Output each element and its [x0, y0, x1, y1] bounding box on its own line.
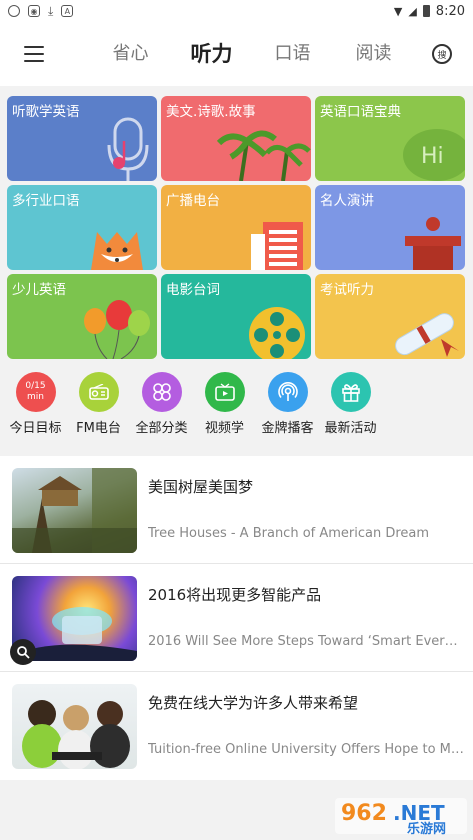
signal-icon: ◢	[408, 4, 417, 18]
fox-icon	[91, 232, 143, 270]
tile-movies[interactable]: 电影台词	[161, 274, 311, 359]
tile-label: 电影台词	[166, 282, 220, 298]
tile-label: 名人演讲	[320, 193, 374, 209]
quick-today-goal[interactable]: 0/15 min 今日目标	[4, 372, 67, 444]
tile-label: 考试听力	[320, 282, 374, 298]
tile-radio[interactable]: 广播电台	[161, 185, 311, 270]
quick-latest-events[interactable]: 最新活动	[319, 372, 382, 444]
svg-text:962: 962	[341, 801, 387, 826]
tile-label: 广播电台	[166, 193, 220, 209]
article-title: 免费在线大学为许多人带来希望	[148, 694, 359, 712]
tile-exam[interactable]: 考试听力	[315, 274, 465, 359]
tv-icon	[204, 372, 245, 412]
list-item[interactable]: 2016将出现更多智能产品 2016 Will See More Steps T…	[0, 564, 473, 672]
article-subtitle: 2016 Will See More Steps Toward ‘Smart E…	[148, 634, 464, 649]
tile-label: 美文.诗歌.故事	[166, 104, 256, 120]
list-item[interactable]: 美国树屋美国梦 Tree Houses - A Branch of Americ…	[0, 456, 473, 564]
quick-podcast[interactable]: 金牌播客	[256, 372, 319, 444]
tile-speeches[interactable]: 名人演讲	[315, 185, 465, 270]
target-progress-icon: 0/15 min	[15, 372, 56, 412]
balloons-icon	[84, 300, 150, 359]
search-magnifier-icon[interactable]	[10, 639, 36, 665]
tile-label: 听歌学英语	[12, 104, 80, 120]
article-title: 美国树屋美国梦	[148, 478, 254, 496]
quick-all-categories[interactable]: 全部分类	[130, 372, 193, 444]
quick-label: 全部分类	[135, 421, 188, 436]
article-subtitle: Tree Houses - A Branch of American Dream	[148, 526, 430, 541]
top-nav-bar: 省心 听力 口语 阅读 搜	[0, 22, 473, 86]
quick-video[interactable]: 视频学	[193, 372, 256, 444]
list-item[interactable]: 免费在线大学为许多人带来希望 Tuition-free Online Unive…	[0, 672, 473, 780]
wifi-icon: ▼	[393, 4, 403, 18]
tab-shengxin[interactable]: 省心	[90, 36, 171, 72]
palm-tree-icon	[216, 130, 311, 181]
radio-icon	[78, 372, 119, 412]
quick-label: 最新活动	[324, 421, 377, 436]
article-thumbnail	[12, 684, 137, 769]
app-notification-icon: ◉	[28, 5, 40, 17]
category-grid: 听歌学英语 美文.诗歌.故事 英语口语宝典 Hi 多行业口语 广播电台 名人演讲…	[7, 96, 466, 359]
tile-poetry[interactable]: 美文.诗歌.故事	[161, 96, 311, 181]
film-reel-icon	[249, 307, 305, 359]
search-icon[interactable]: 搜	[432, 44, 452, 64]
article-thumbnail	[12, 468, 137, 553]
article-subtitle: Tuition-free Online University Offers Ho…	[148, 742, 464, 757]
tab-listening[interactable]: 听力	[171, 36, 252, 72]
tab-reading[interactable]: 阅读	[333, 36, 414, 72]
document-icon	[251, 222, 303, 270]
categories-icon	[141, 372, 182, 412]
gift-icon	[330, 372, 371, 412]
menu-icon[interactable]	[24, 46, 44, 62]
download-icon: ⤓	[48, 3, 54, 18]
quick-label: 今日目标	[9, 421, 62, 436]
tile-label: 英语口语宝典	[320, 104, 401, 120]
svg-text:Hi: Hi	[421, 144, 444, 169]
quick-label: FM电台	[76, 421, 121, 436]
quick-fm-radio[interactable]: FM电台	[67, 372, 130, 444]
svg-text:乐游网: 乐游网	[407, 821, 446, 836]
tile-kids[interactable]: 少儿英语	[7, 274, 157, 359]
speech-bubble-icon: Hi	[403, 129, 465, 181]
quick-actions: 0/15 min 今日目标 FM电台 全部分类 视频学 金牌播客 最新活动	[0, 372, 473, 444]
podium-icon	[405, 217, 461, 270]
notification-icons: ◉ ⤓ A	[8, 3, 74, 19]
status-time: 8:20	[435, 3, 465, 19]
notification-icon	[8, 5, 20, 17]
battery-icon	[422, 5, 430, 17]
quick-label: 金牌播客	[261, 421, 314, 436]
tile-oral-guide[interactable]: 英语口语宝典 Hi	[315, 96, 465, 181]
font-notification-icon: A	[61, 5, 74, 17]
tile-label: 多行业口语	[12, 193, 80, 209]
site-watermark-logo: 962 .NET 乐游网	[335, 796, 467, 837]
quick-label: 视频学	[204, 421, 244, 436]
status-bar: ◉ ⤓ A ▼ ◢ 8:20	[0, 0, 473, 22]
article-list: 美国树屋美国梦 Tree Houses - A Branch of Americ…	[0, 456, 473, 780]
diploma-icon	[395, 313, 459, 357]
article-title: 2016将出现更多智能产品	[148, 586, 322, 604]
microphone-icon	[107, 117, 149, 181]
tile-songs[interactable]: 听歌学英语	[7, 96, 157, 181]
tile-industry[interactable]: 多行业口语	[7, 185, 157, 270]
tab-speaking[interactable]: 口语	[252, 36, 333, 72]
tile-label: 少儿英语	[12, 282, 66, 298]
podcast-icon	[267, 372, 308, 412]
category-tabs: 省心 听力 口语 阅读	[90, 36, 414, 72]
